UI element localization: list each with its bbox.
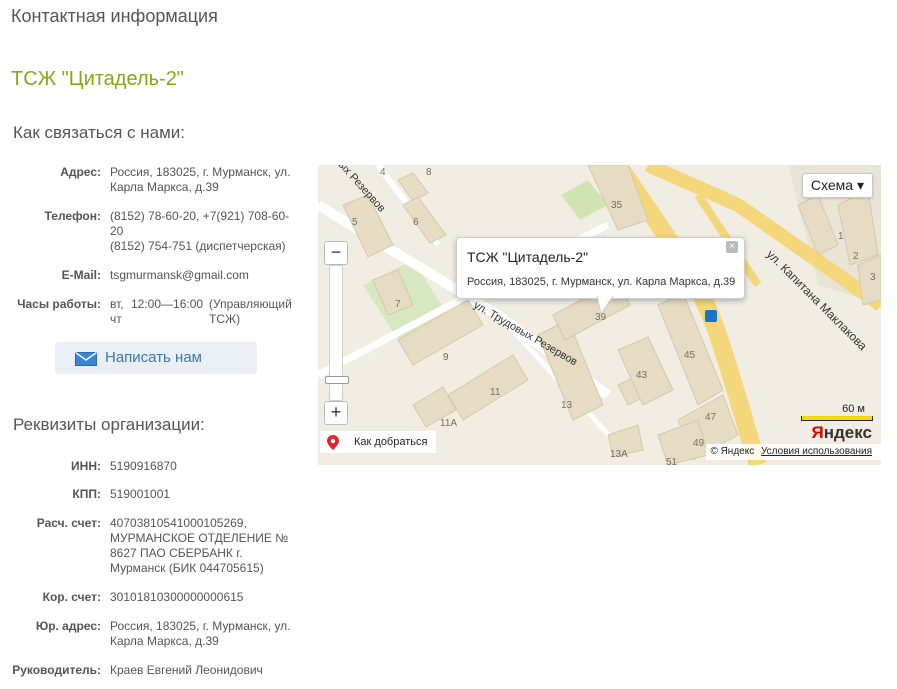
requisites-heading: Реквизиты организации: — [13, 415, 205, 434]
email-value[interactable]: tsgmurmansk@gmail.com — [110, 268, 249, 283]
map-scale: 60 м — [801, 403, 873, 423]
house-number: 7 — [395, 299, 401, 310]
scheme-label: Схема — [810, 177, 854, 193]
phone-line-1: (8152) 78-60-20, +7(921) 708-60- — [110, 209, 290, 223]
balloon-close-button[interactable]: × — [726, 241, 738, 253]
corr-account-value: 30101810300000000615 — [110, 590, 244, 604]
house-number: 43 — [636, 370, 648, 381]
hours-days-line-1: вт, — [110, 297, 124, 311]
inn-value: 5190916870 — [110, 459, 177, 473]
address-line-1: Россия, 183025, г. Мурманск, ул. — [110, 165, 291, 179]
hours-label: Часы работы: — [17, 297, 101, 311]
house-number: 11А — [440, 418, 457, 429]
scale-label: 60 м — [842, 403, 865, 415]
org-name: ТСЖ "Цитадель-2" — [11, 68, 184, 90]
account-label: Расч. счет: — [36, 516, 101, 530]
scale-bar — [801, 416, 873, 421]
route-label: Как добраться — [354, 436, 428, 448]
inn-label: ИНН: — [71, 459, 101, 473]
yandex-logo: Яндекс — [811, 423, 872, 442]
route-button[interactable]: Как добраться — [320, 431, 436, 453]
write-us-button[interactable]: Написать нам — [55, 342, 257, 374]
house-number: 11 — [490, 387, 501, 398]
map[interactable]: 4 5 6 7 8 9 11 11А 13 13А 35 39 43 45 47… — [318, 165, 881, 465]
zoom-slider[interactable] — [325, 265, 349, 401]
house-number: 51 — [666, 457, 678, 465]
hours-time: 12:00—16:00 — [131, 297, 204, 311]
kpp-value: 519001001 — [110, 487, 171, 501]
zoom-slider-thumb[interactable] — [325, 376, 349, 384]
write-us-label: Написать нам — [105, 349, 202, 366]
chevron-down-icon: ▾ — [856, 177, 864, 193]
house-number: 13 — [561, 400, 573, 411]
house-number: 49 — [693, 438, 705, 449]
zoom-in-button[interactable]: + — [324, 401, 348, 425]
legal-address-label: Юр. адрес: — [35, 619, 101, 633]
head-value: Краев Евгений Леонидович — [110, 663, 263, 677]
balloon-title: ТСЖ "Цитадель-2" — [467, 249, 589, 265]
hours-note: (Управляющий ТСЖ) — [209, 297, 292, 327]
phone-label: Телефон: — [44, 209, 101, 223]
account-line-2: МУРМАНСКОЕ ОТДЕЛЕНИЕ № — [110, 531, 289, 545]
house-number: 3 — [870, 272, 876, 283]
zoom-out-button[interactable]: − — [324, 241, 348, 265]
phone-line-2: 20 — [110, 224, 124, 238]
house-number: 2 — [853, 251, 859, 262]
house-number: 1 — [838, 231, 844, 242]
map-balloon: ТСЖ "Цитадель-2" Россия, 183025, г. Мурм… — [456, 237, 745, 299]
hours-note-line-1: (Управляющий — [209, 297, 292, 311]
legal-address-line-1: Россия, 183025, г. Мурманск, ул. — [110, 619, 291, 633]
address-line-2: Карла Маркса, д.39 — [110, 180, 219, 194]
hours-note-line-2: ТСЖ) — [209, 312, 241, 326]
map-copyright: © Яндекс Условия использования — [706, 444, 881, 460]
account-line-4: Мурманск (БИК 044705615) — [110, 561, 264, 575]
email-label: E-Mail: — [61, 268, 101, 282]
house-number: 5 — [352, 217, 358, 228]
house-number: 45 — [684, 350, 696, 361]
house-number: 9 — [443, 352, 449, 363]
legal-address-line-2: Карла Маркса, д.39 — [110, 634, 219, 648]
account-line-1: 40703810541000105269, — [110, 516, 247, 530]
address-label: Адрес: — [60, 165, 101, 179]
balloon-address: Россия, 183025, г. Мурманск, ул. Карла М… — [467, 276, 736, 288]
house-number: 35 — [611, 200, 623, 211]
page-title: Контактная информация — [11, 6, 218, 26]
terms-link[interactable]: Условия использования — [761, 446, 872, 457]
legal-address-value: Россия, 183025, г. Мурманск, ул. Карла М… — [110, 619, 291, 649]
account-value: 40703810541000105269, МУРМАНСКОЕ ОТДЕЛЕН… — [110, 516, 288, 576]
house-number: 6 — [413, 217, 419, 228]
balloon-tail — [596, 296, 614, 316]
house-number: 4 — [380, 167, 386, 178]
hours-days-line-2: чт — [110, 312, 122, 326]
head-label: Руководитель: — [12, 663, 101, 677]
house-number: 47 — [705, 412, 717, 423]
corr-account-label: Кор. счет: — [42, 590, 101, 604]
house-number: 13А — [610, 449, 628, 460]
map-pin-icon — [327, 435, 339, 458]
hours-days: вт, чт — [110, 297, 124, 327]
scheme-button[interactable]: Схема ▾ — [801, 173, 873, 198]
contacts-heading: Как связаться с нами: — [13, 123, 185, 142]
address-value: Россия, 183025, г. Мурманск, ул. Карла М… — [110, 165, 291, 195]
zoom-control: − + — [324, 241, 349, 425]
envelope-icon — [75, 351, 97, 371]
copyright-text: © Яндекс — [710, 446, 755, 457]
kpp-label: КПП: — [72, 487, 101, 501]
phone-line-3: (8152) 754-751 (диспетчерская) — [110, 239, 286, 253]
phone-value: (8152) 78-60-20, +7(921) 708-60- 20 (815… — [110, 209, 289, 254]
account-line-3: 8627 ПАО СБЕРБАНК г. — [110, 546, 243, 560]
house-number: 8 — [426, 167, 432, 178]
